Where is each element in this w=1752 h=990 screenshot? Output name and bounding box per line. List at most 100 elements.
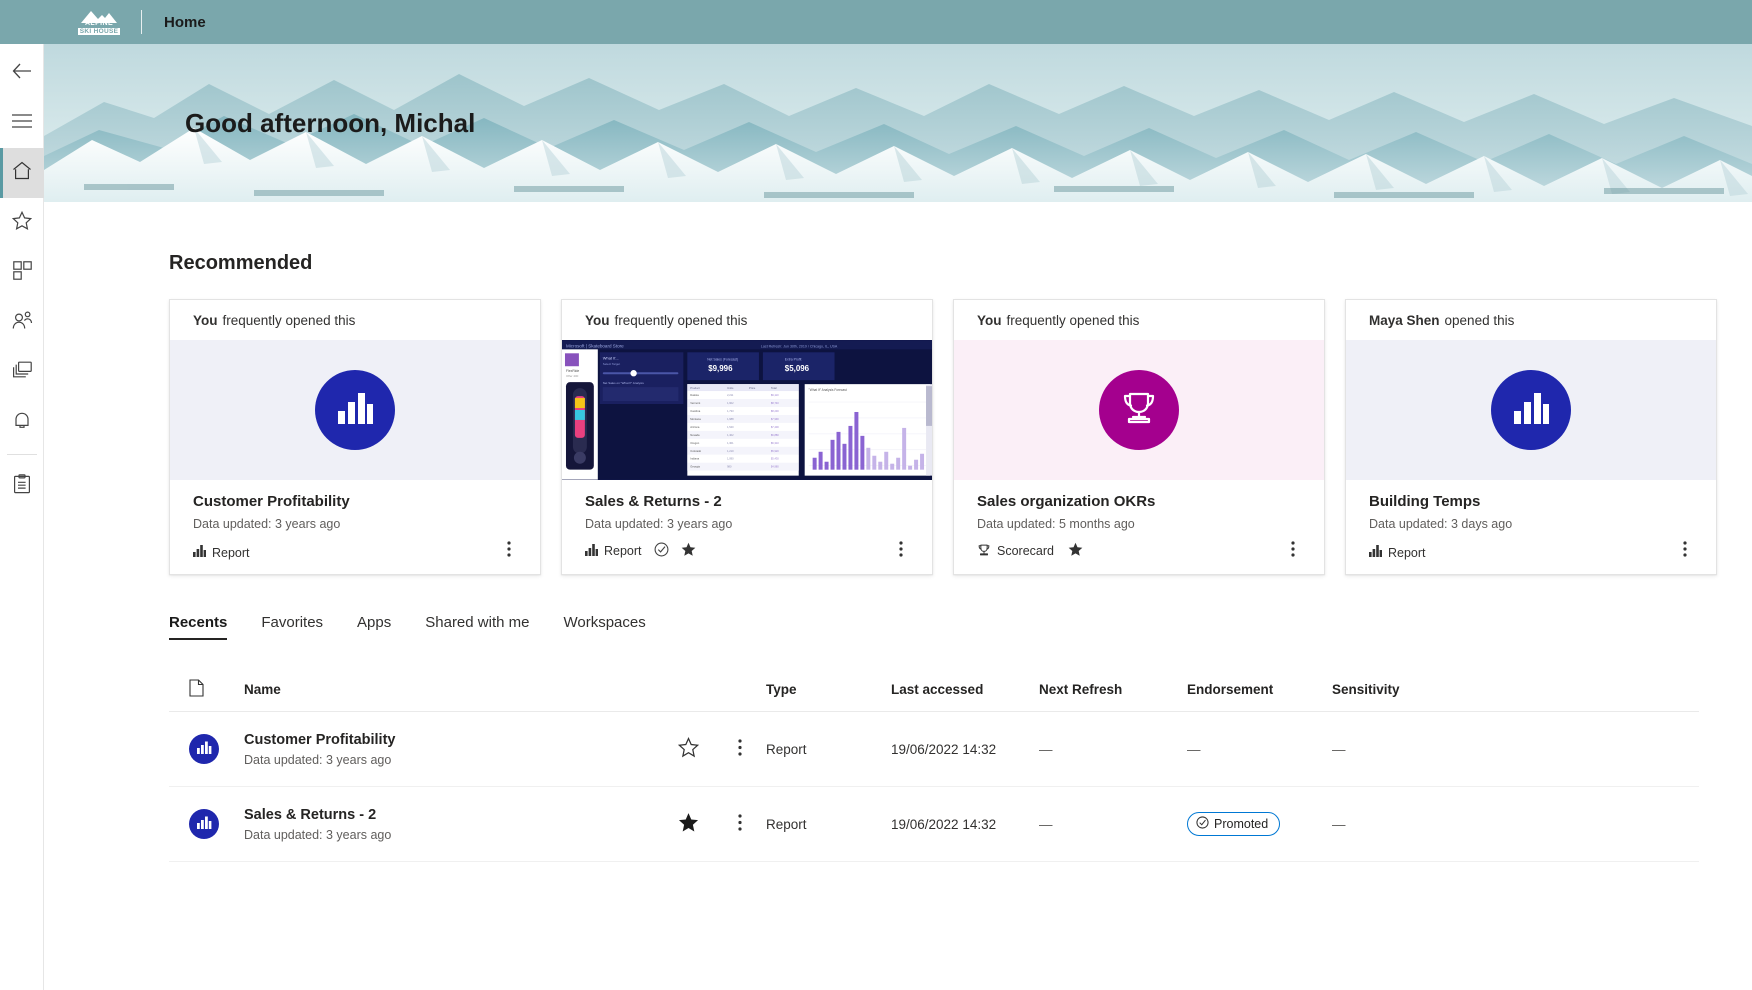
svg-text:$9,996: $9,996 [708, 364, 733, 373]
people-icon [12, 311, 33, 335]
tab-apps[interactable]: Apps [340, 614, 408, 640]
card-type: Report [585, 543, 642, 559]
sidebar-item-alerts[interactable] [0, 398, 44, 448]
svg-text:Net Sales on "What If" Analysi: Net Sales on "What If" Analysis [603, 381, 645, 385]
svg-text:"What If" Analysis Forecast: "What If" Analysis Forecast [809, 388, 847, 392]
browse-icon [12, 261, 32, 285]
scorecard-avatar [1099, 370, 1179, 450]
more-vertical-icon [507, 541, 511, 557]
star-outline-icon [677, 736, 699, 761]
favorite-star-icon[interactable] [681, 542, 696, 560]
more-vertical-icon [899, 541, 903, 557]
card-attribution-actor: You [977, 312, 1002, 328]
recommended-card[interactable]: Maya Shen opened this Building Temps Dat… [1345, 299, 1717, 575]
table-header-row: Name Type Last accessed Next Refresh End… [169, 668, 1699, 712]
svg-text:Nevada: Nevada [690, 433, 700, 437]
table-row[interactable]: Customer Profitability Data updated: 3 y… [169, 712, 1699, 787]
card-more-button[interactable] [496, 536, 522, 562]
recommended-card[interactable]: You frequently opened this Sales organiz… [953, 299, 1325, 575]
svg-text:Select Target: Select Target [603, 362, 620, 366]
card-more-button[interactable] [1280, 536, 1306, 562]
sidebar-item-favorites[interactable] [0, 198, 44, 248]
nav-pane-button[interactable] [0, 98, 44, 148]
row-name-cell[interactable]: Customer Profitability Data updated: 3 y… [244, 732, 662, 767]
card-body: Sales organization OKRs Data updated: 5 … [954, 480, 1324, 574]
column-header-type[interactable]: Type [766, 682, 891, 697]
row-favorite-button[interactable] [662, 736, 714, 761]
hamburger-icon [12, 113, 32, 134]
row-name-cell[interactable]: Sales & Returns - 2 Data updated: 3 year… [244, 807, 662, 842]
svg-text:1,540: 1,540 [727, 425, 734, 429]
column-header-next-refresh[interactable]: Next Refresh [1039, 682, 1187, 697]
card-thumbnail [954, 340, 1324, 480]
workspaces-icon [12, 361, 33, 385]
row-more-button[interactable] [714, 814, 766, 834]
sidebar-item-metrics[interactable] [0, 461, 44, 511]
column-header-sensitivity[interactable]: Sensitivity [1332, 682, 1472, 697]
svg-text:Carolina: Carolina [690, 409, 700, 413]
card-more-button[interactable] [888, 536, 914, 562]
tab-favorites[interactable]: Favorites [244, 614, 340, 640]
column-header-last-accessed[interactable]: Last accessed [891, 682, 1039, 697]
greeting-text: Good afternoon, Michal [185, 108, 476, 138]
row-type: Report [766, 816, 807, 832]
file-icon [189, 679, 204, 700]
sidebar-item-onelake[interactable] [0, 298, 44, 348]
card-attribution-text: opened this [1444, 312, 1515, 328]
svg-text:$6,310: $6,310 [771, 441, 779, 445]
tab-workspaces[interactable]: Workspaces [546, 614, 662, 640]
left-navigation-rail [0, 44, 44, 990]
tab-recents[interactable]: Recents [169, 614, 244, 640]
card-footer: Scorecard [977, 542, 1083, 560]
card-body: Customer Profitability Data updated: 3 y… [170, 480, 540, 574]
more-vertical-icon [1683, 541, 1687, 557]
row-favorite-button[interactable] [662, 812, 714, 836]
recommended-card[interactable]: You frequently opened this Microsoft | S… [561, 299, 933, 575]
home-icon [12, 161, 32, 185]
svg-text:1,902: 1,902 [727, 401, 734, 405]
logo-line2: SKI HOUSE [77, 27, 121, 35]
topbar-divider [141, 10, 142, 34]
tab-shared-with-me[interactable]: Shared with me [408, 614, 546, 640]
row-more-button[interactable] [714, 739, 766, 759]
svg-text:$5,920: $5,920 [771, 449, 779, 453]
card-attribution: You frequently opened this [562, 300, 932, 340]
column-header-icon[interactable] [169, 679, 244, 700]
svg-text:$7,400: $7,400 [771, 425, 779, 429]
row-last-accessed: 19/06/2022 14:32 [891, 816, 997, 832]
table-row[interactable]: Sales & Returns - 2 Data updated: 3 year… [169, 787, 1699, 862]
recommended-card[interactable]: You frequently opened this Customer Prof… [169, 299, 541, 575]
column-header-name[interactable]: Name [244, 682, 662, 697]
card-footer: Report [193, 545, 250, 560]
column-header-endorsement[interactable]: Endorsement [1187, 682, 1332, 697]
card-attribution-text: frequently opened this [222, 312, 356, 328]
card-more-button[interactable] [1672, 536, 1698, 562]
svg-text:Arizona: Arizona [690, 425, 700, 429]
sidebar-item-home[interactable] [0, 148, 44, 198]
svg-text:Offer 400: Offer 400 [566, 374, 579, 378]
svg-text:Indiana: Indiana [690, 457, 699, 461]
card-subtitle: Data updated: 3 days ago [1369, 517, 1513, 531]
svg-text:$4,980: $4,980 [771, 465, 779, 469]
back-arrow-icon [11, 60, 33, 87]
alpine-ski-house-logo[interactable]: ALPINE SKI HOUSE [75, 7, 123, 37]
bell-icon [13, 411, 31, 436]
sidebar-item-browse[interactable] [0, 248, 44, 298]
trophy-icon [977, 543, 991, 560]
sidebar-item-workspaces[interactable] [0, 348, 44, 398]
more-vertical-icon [738, 739, 742, 759]
card-title: Building Temps [1369, 493, 1481, 510]
card-thumbnail [1346, 340, 1716, 480]
favorite-star-icon[interactable] [1068, 542, 1083, 560]
bar-chart-icon [336, 391, 374, 430]
svg-text:Price: Price [749, 386, 756, 390]
card-type: Scorecard [977, 543, 1054, 560]
card-attribution-actor: You [193, 312, 218, 328]
card-title: Sales & Returns - 2 [585, 493, 722, 510]
svg-text:$5,096: $5,096 [785, 364, 810, 373]
svg-text:FlexRide: FlexRide [566, 369, 579, 373]
row-title: Sales & Returns - 2 [244, 806, 377, 823]
back-button[interactable] [0, 48, 44, 98]
svg-text:Colorado: Colorado [690, 449, 701, 453]
card-attribution-actor: Maya Shen [1369, 312, 1440, 328]
